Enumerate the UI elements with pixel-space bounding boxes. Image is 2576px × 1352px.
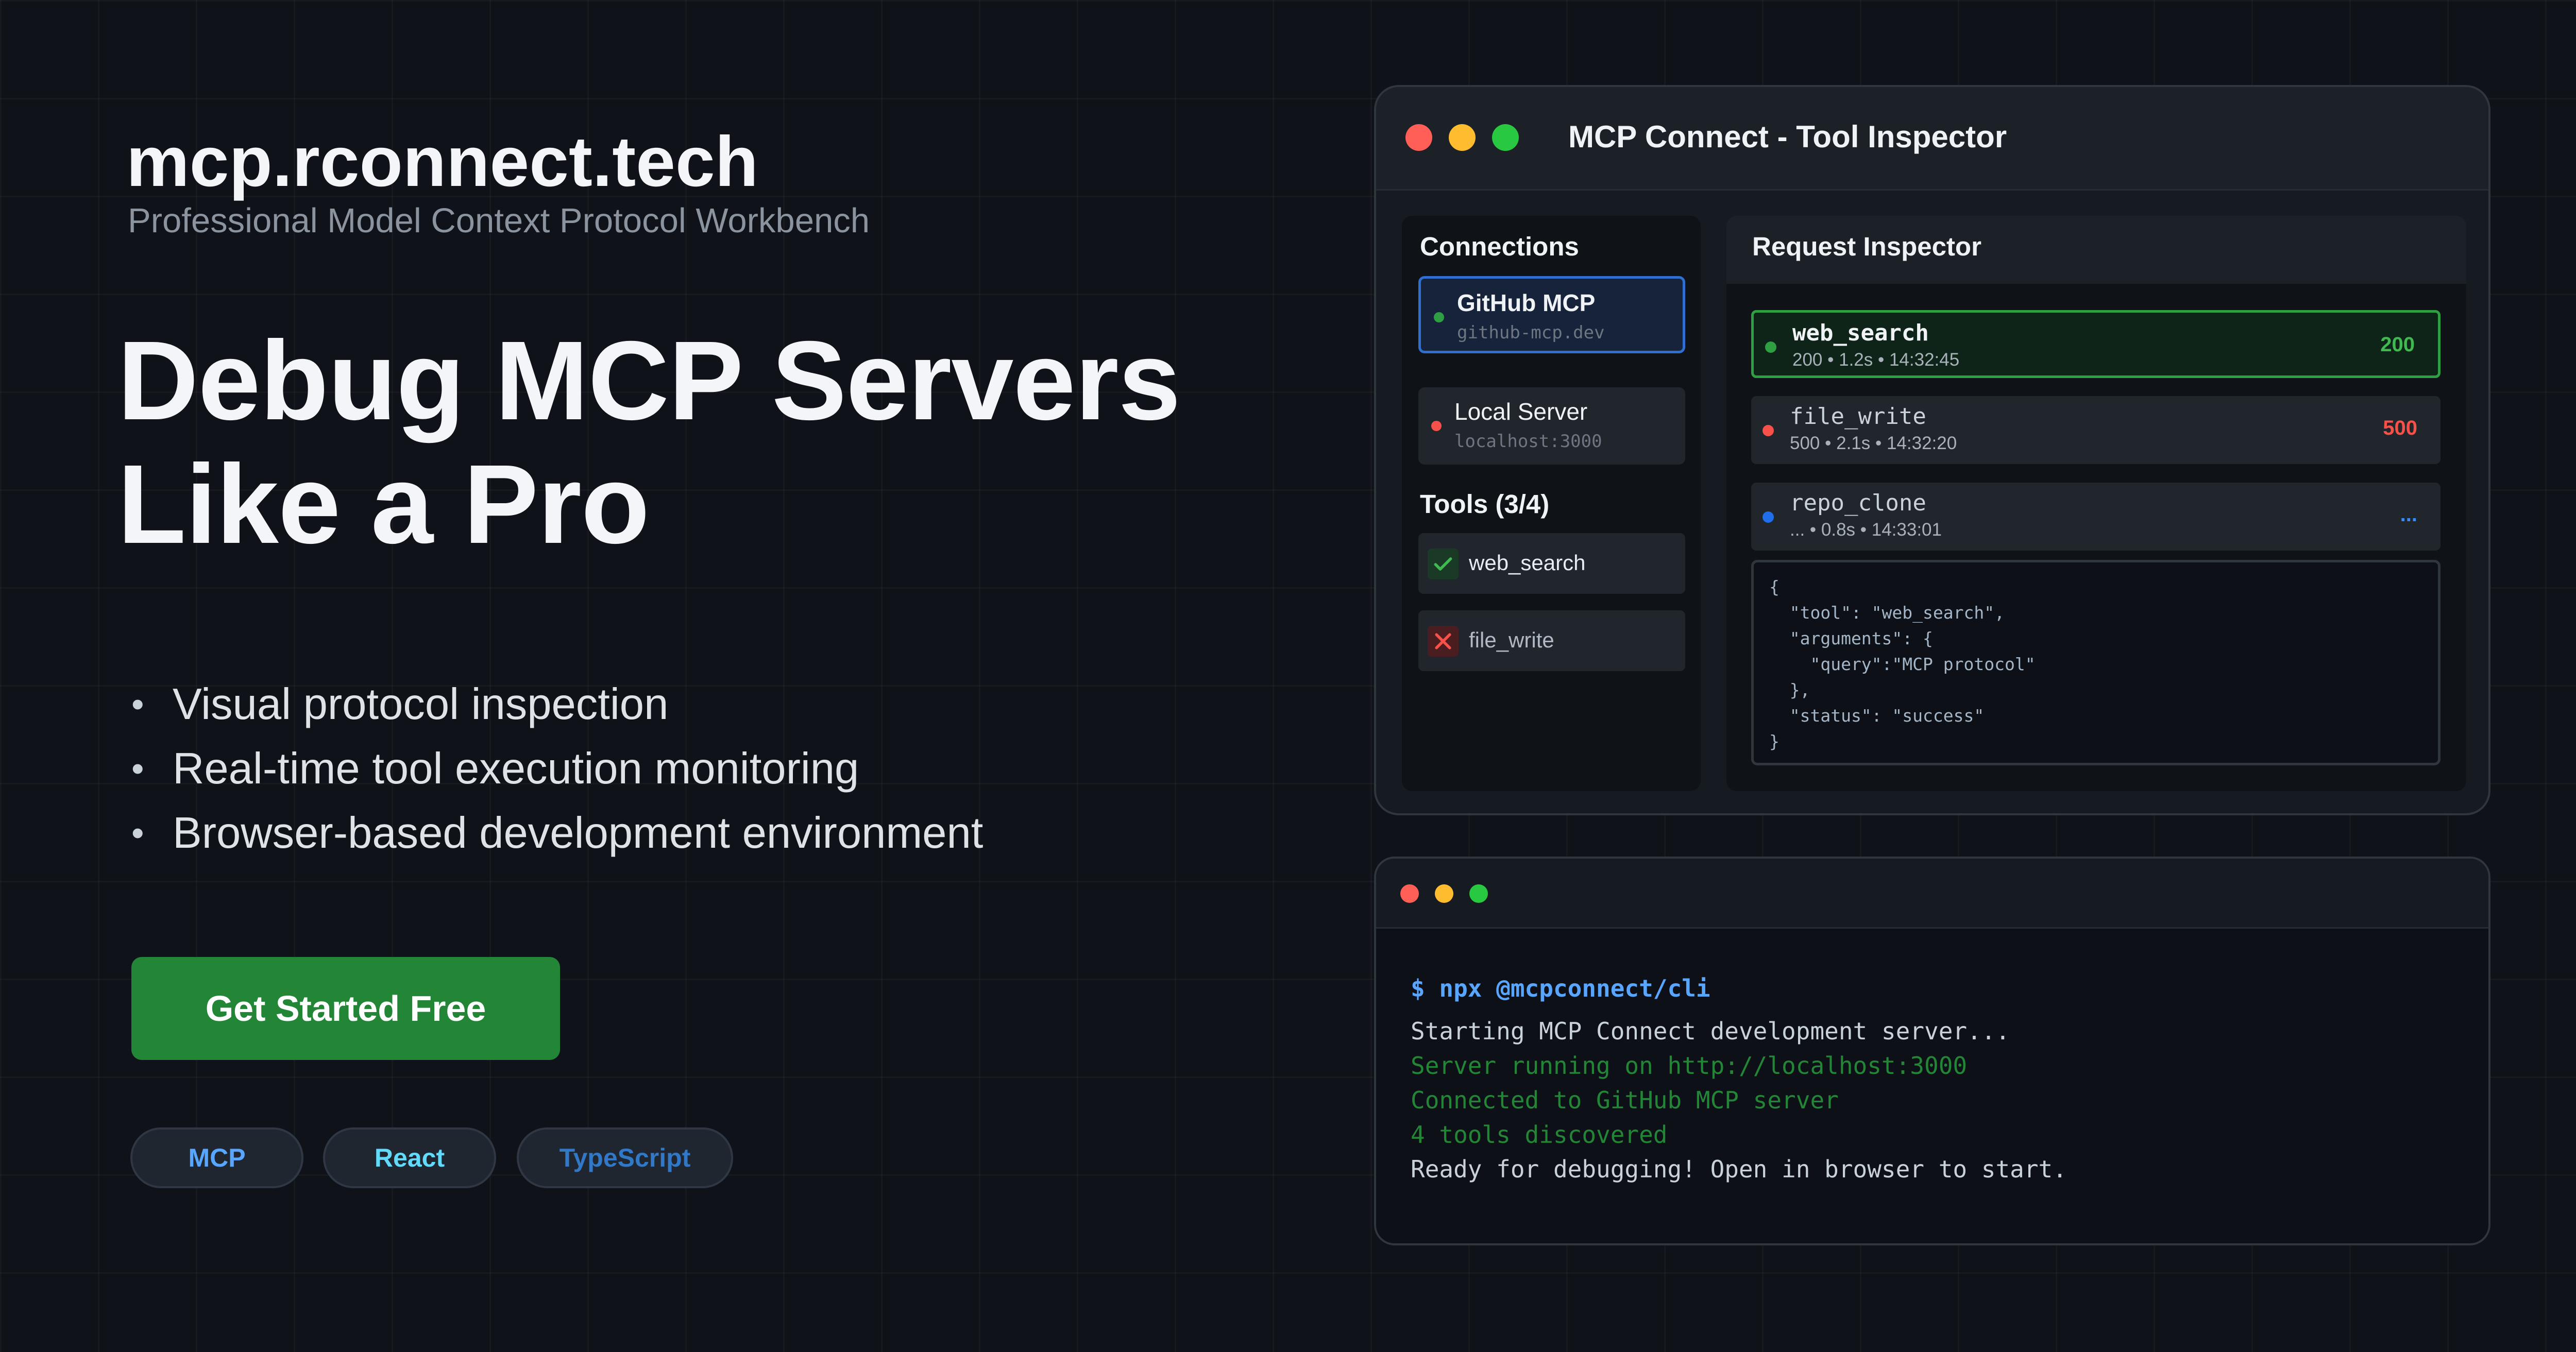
- connection-name: Local Server: [1454, 398, 1588, 425]
- tool-name: web_search: [1469, 551, 1586, 575]
- inspector-window: MCP Connect - Tool Inspector Connections…: [1374, 85, 2490, 815]
- get-started-button[interactable]: Get Started Free: [131, 957, 560, 1060]
- bullet-icon: •: [131, 684, 144, 724]
- status-code: 500: [2383, 417, 2417, 439]
- terminal-command: $ npx @mcpconnect/cli: [1411, 974, 1710, 1002]
- close-window-icon[interactable]: [1405, 124, 1432, 151]
- feature-text: Visual protocol inspection: [173, 680, 669, 729]
- request-name: repo_clone: [1790, 490, 1926, 516]
- close-window-icon[interactable]: [1400, 884, 1419, 903]
- check-icon: [1428, 549, 1459, 579]
- request-name: web_search: [1792, 320, 1929, 346]
- maximize-window-icon[interactable]: [1492, 124, 1519, 151]
- tag-typescript[interactable]: TypeScript: [517, 1127, 733, 1188]
- x-icon: [1428, 626, 1459, 657]
- request-name: file_write: [1790, 403, 1926, 430]
- minimize-window-icon[interactable]: [1449, 124, 1476, 151]
- json-line: "arguments": {: [1769, 628, 1933, 648]
- terminal-titlebar: [1376, 859, 2488, 929]
- tag-react[interactable]: React: [323, 1127, 496, 1188]
- tool-name: file_write: [1469, 628, 1554, 652]
- connection-github-mcp[interactable]: GitHub MCP github-mcp.dev: [1418, 276, 1685, 353]
- feature-item: • Real-time tool execution monitoring: [131, 737, 983, 801]
- terminal-output-line: Connected to GitHub MCP server: [1411, 1086, 1839, 1114]
- bullet-icon: •: [131, 813, 144, 853]
- request-meta: 500 • 2.1s • 14:32:20: [1790, 433, 1957, 453]
- request-meta: ... • 0.8s • 14:33:01: [1790, 520, 1942, 540]
- status-code: ...: [2400, 503, 2417, 526]
- terminal-window: $ npx @mcpconnect/cli Starting MCP Conne…: [1374, 857, 2490, 1245]
- json-line: {: [1769, 577, 1780, 597]
- feature-text: Real-time tool execution monitoring: [173, 744, 859, 793]
- connections-heading: Connections: [1420, 232, 1579, 261]
- connection-address: localhost:3000: [1454, 431, 1602, 452]
- hero-heading: Debug MCP Servers Like a Pro: [117, 318, 1181, 567]
- request-row-repo-clone[interactable]: repo_clone ... • 0.8s • 14:33:01 ...: [1751, 483, 2441, 551]
- tool-web-search[interactable]: web_search: [1418, 533, 1685, 594]
- terminal-output-line: Server running on http://localhost:3000: [1411, 1052, 1968, 1080]
- feature-list: • Visual protocol inspection • Real-time t…: [131, 672, 983, 865]
- hero-heading-line-1: Debug MCP Servers: [117, 318, 1181, 443]
- terminal-output-line: Starting MCP Connect development server.…: [1411, 1017, 2010, 1045]
- connection-name: GitHub MCP: [1457, 289, 1596, 316]
- json-line: }: [1769, 731, 1780, 751]
- status-dot-icon: [1434, 312, 1444, 322]
- json-line: "tool": "web_search",: [1769, 603, 2005, 623]
- feature-text: Browser-based development environment: [173, 809, 984, 858]
- tools-heading: Tools (3/4): [1420, 489, 1550, 519]
- status-dot-icon: [1765, 341, 1776, 353]
- request-row-file-write[interactable]: file_write 500 • 2.1s • 14:32:20 500: [1751, 396, 2441, 464]
- status-dot-icon: [1762, 425, 1774, 436]
- status-code: 200: [2380, 333, 2415, 356]
- tag-mcp[interactable]: MCP: [130, 1127, 303, 1188]
- hero-heading-line-2: Like a Pro: [117, 441, 650, 567]
- json-line: "query":"MCP protocol": [1769, 654, 2036, 674]
- json-line: },: [1769, 680, 1810, 700]
- request-meta: 200 • 1.2s • 14:32:45: [1792, 350, 1960, 370]
- minimize-window-icon[interactable]: [1435, 884, 1453, 903]
- maximize-window-icon[interactable]: [1469, 884, 1488, 903]
- tool-file-write[interactable]: file_write: [1418, 610, 1685, 671]
- site-subtitle: Professional Model Context Protocol Work…: [128, 201, 870, 240]
- connection-local-server[interactable]: Local Server localhost:3000: [1418, 387, 1685, 465]
- feature-item: • Visual protocol inspection: [131, 672, 983, 737]
- feature-item: • Browser-based development environment: [131, 801, 983, 865]
- site-title: mcp.rconnect.tech: [126, 122, 758, 201]
- window-title: MCP Connect - Tool Inspector: [1568, 119, 2007, 154]
- connection-address: github-mcp.dev: [1457, 322, 1605, 343]
- terminal-output-line: Ready for debugging! Open in browser to …: [1411, 1155, 2067, 1183]
- status-dot-icon: [1431, 421, 1442, 431]
- bullet-icon: •: [131, 748, 144, 789]
- request-row-web-search[interactable]: web_search 200 • 1.2s • 14:32:45 200: [1751, 310, 2441, 378]
- terminal-output-line: 4 tools discovered: [1411, 1121, 1668, 1149]
- json-payload-viewer[interactable]: { "tool": "web_search", "arguments": { "…: [1751, 560, 2441, 765]
- request-inspector-header: Request Inspector: [1726, 216, 2466, 284]
- request-inspector-heading: Request Inspector: [1752, 232, 1981, 261]
- connections-panel: Connections GitHub MCP github-mcp.dev Lo…: [1402, 216, 1701, 791]
- status-dot-icon: [1762, 511, 1774, 523]
- json-line: "status": "success": [1769, 706, 1985, 726]
- request-inspector-panel: Request Inspector web_search 200 • 1.2s …: [1726, 216, 2466, 791]
- inspector-titlebar: MCP Connect - Tool Inspector: [1376, 87, 2488, 191]
